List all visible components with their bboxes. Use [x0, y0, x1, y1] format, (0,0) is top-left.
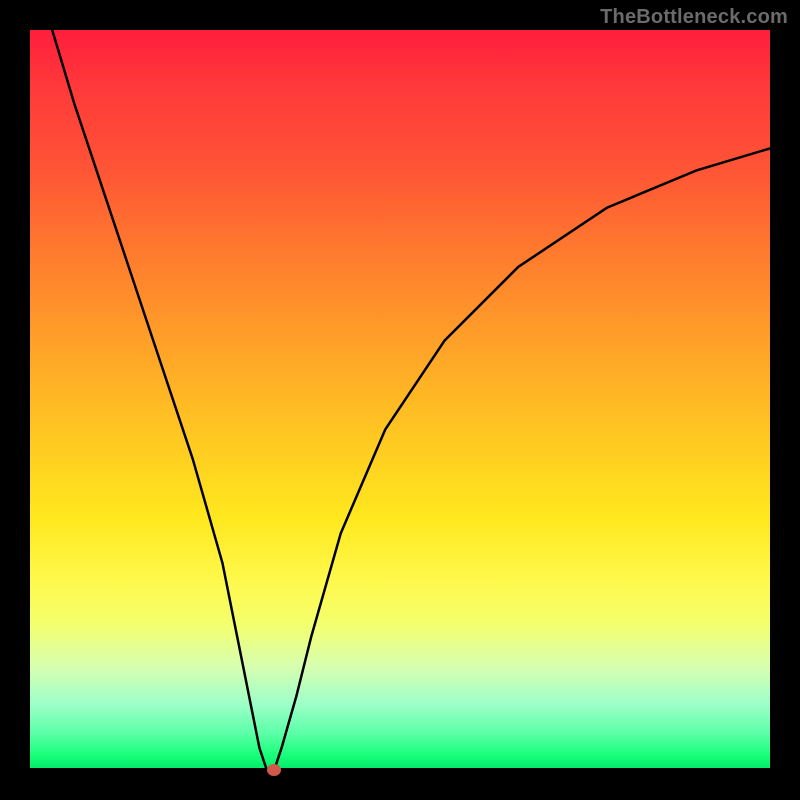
optimal-marker [267, 764, 281, 776]
watermark-text: TheBottleneck.com [600, 6, 788, 29]
chart-container: TheBottleneck.com [0, 0, 800, 800]
bottleneck-curve [52, 30, 770, 770]
curve-layer [30, 30, 770, 770]
